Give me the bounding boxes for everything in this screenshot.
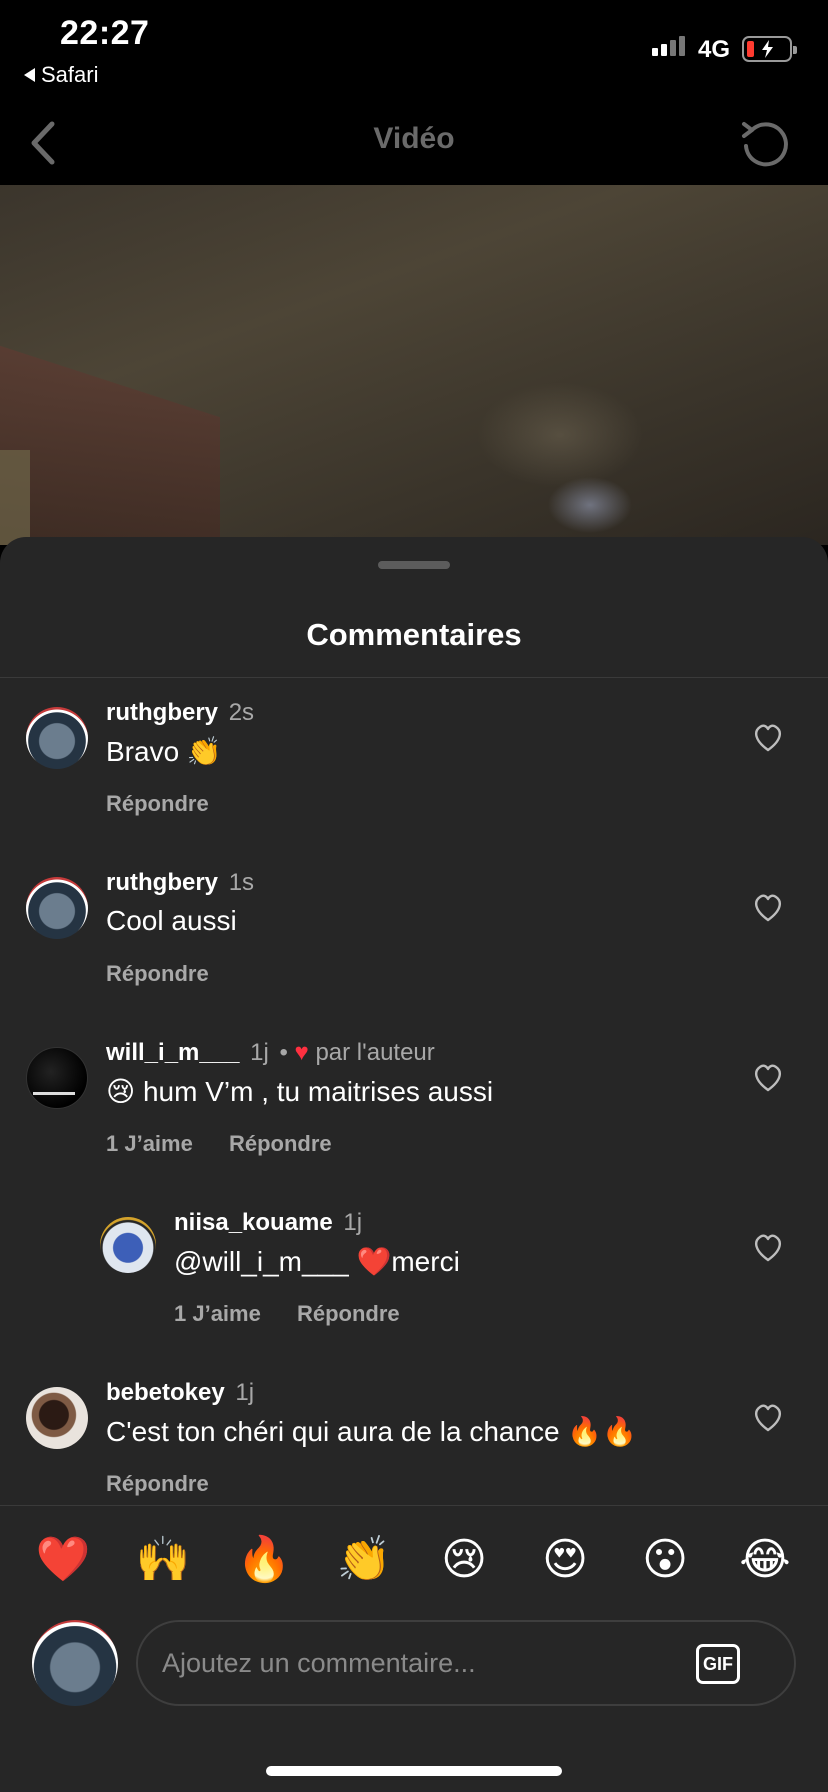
comment-username[interactable]: ruthgbery xyxy=(106,869,218,896)
comment-item: ruthgbery 2s Bravo 👏 Répondre xyxy=(0,699,828,857)
reply-button[interactable]: Répondre xyxy=(106,1471,209,1496)
reply-button[interactable]: Répondre xyxy=(106,961,209,986)
comment-text: Bravo 👏 xyxy=(106,736,222,767)
likes-count[interactable]: 1 J’aime xyxy=(174,1301,261,1326)
emoji-raised-hands[interactable]: 🙌 xyxy=(133,1534,193,1586)
comment-item: bebetokey 1j C'est ton chéri qui aura de… xyxy=(0,1379,828,1507)
network-type: 4G xyxy=(698,36,731,63)
comment-time: 1j xyxy=(250,1039,269,1066)
comment-username[interactable]: will_i_m___ xyxy=(106,1039,239,1066)
comment-input-placeholder: Ajoutez un commentaire... xyxy=(162,1648,476,1678)
emoji-heart[interactable]: ❤️ xyxy=(33,1534,93,1586)
back-app-label: Safari xyxy=(41,62,99,87)
like-heart-icon[interactable] xyxy=(752,893,784,923)
reply-button[interactable]: Répondre xyxy=(106,791,209,816)
current-user-avatar xyxy=(32,1620,118,1706)
comment-item: will_i_m___ 1j • ♥ par l'auteur 😢 hum V’… xyxy=(0,1039,828,1197)
back-to-app-link[interactable]: Safari xyxy=(24,62,98,88)
avatar[interactable] xyxy=(26,1047,88,1109)
reply-button[interactable]: Répondre xyxy=(229,1131,332,1156)
likes-count[interactable]: 1 J’aime xyxy=(106,1131,193,1156)
emoji-quick-bar: ❤️ 🙌 🔥 👏 😢 😍 😮 😂 xyxy=(0,1505,828,1615)
home-indicator[interactable] xyxy=(266,1766,562,1776)
emoji-laugh[interactable]: 😂 xyxy=(735,1534,795,1586)
refresh-icon[interactable] xyxy=(738,116,792,170)
page-title: Vidéo xyxy=(373,122,455,155)
comment-text: Cool aussi xyxy=(106,905,237,936)
comment-input[interactable]: Ajoutez un commentaire... GIF xyxy=(136,1620,796,1706)
comment-item: ruthgbery 1s Cool aussi Répondre xyxy=(0,869,828,1027)
divider xyxy=(0,677,828,678)
comment-time: 1j xyxy=(235,1379,255,1406)
avatar[interactable] xyxy=(26,877,88,939)
sheet-title: Commentaires xyxy=(306,617,522,652)
emoji-clap[interactable]: 👏 xyxy=(334,1534,394,1586)
author-heart-icon: ♥ xyxy=(294,1039,309,1066)
emoji-cry[interactable]: 😢 xyxy=(434,1534,494,1586)
separator-dot: • xyxy=(279,1039,288,1066)
nav-bar: Vidéo xyxy=(0,100,828,185)
battery-icon xyxy=(742,36,797,62)
like-heart-icon[interactable] xyxy=(752,723,784,753)
gif-button[interactable]: GIF xyxy=(696,1644,740,1684)
like-heart-icon[interactable] xyxy=(752,1063,784,1093)
comment-text: 😢 hum V’m , tu maitrises aussi xyxy=(106,1076,494,1107)
avatar[interactable] xyxy=(100,1217,156,1273)
reply-item: niisa_kouame 1j @will_i_m___ ❤️merci 1 J… xyxy=(0,1209,828,1367)
comment-time: 1j xyxy=(343,1209,363,1236)
comment-text: C'est ton chéri qui aura de la chance 🔥🔥 xyxy=(106,1416,638,1447)
avatar[interactable] xyxy=(26,1387,88,1449)
like-heart-icon[interactable] xyxy=(752,1403,784,1433)
avatar[interactable] xyxy=(26,707,88,769)
sheet-grabber[interactable] xyxy=(378,561,450,569)
comment-username[interactable]: niisa_kouame xyxy=(174,1209,333,1236)
comment-username[interactable]: bebetokey xyxy=(106,1379,225,1406)
liked-by-author-label: par l'auteur xyxy=(315,1039,435,1066)
emoji-surprised[interactable]: 😮 xyxy=(635,1534,695,1586)
comment-time: 1s xyxy=(228,869,255,896)
status-bar: 22:27 Safari 4G xyxy=(0,0,828,100)
video-player[interactable] xyxy=(0,185,828,545)
emoji-heart-eyes[interactable]: 😍 xyxy=(535,1534,595,1586)
like-heart-icon[interactable] xyxy=(752,1233,784,1263)
emoji-fire[interactable]: 🔥 xyxy=(234,1534,294,1586)
comment-username[interactable]: ruthgbery xyxy=(106,699,218,726)
reply-button[interactable]: Répondre xyxy=(297,1301,400,1326)
signal-icon xyxy=(652,36,685,56)
comment-time: 2s xyxy=(228,699,255,726)
status-time: 22:27 xyxy=(60,14,150,52)
comment-text: @will_i_m___ ❤️merci xyxy=(174,1246,460,1277)
back-triangle-icon xyxy=(24,68,35,82)
